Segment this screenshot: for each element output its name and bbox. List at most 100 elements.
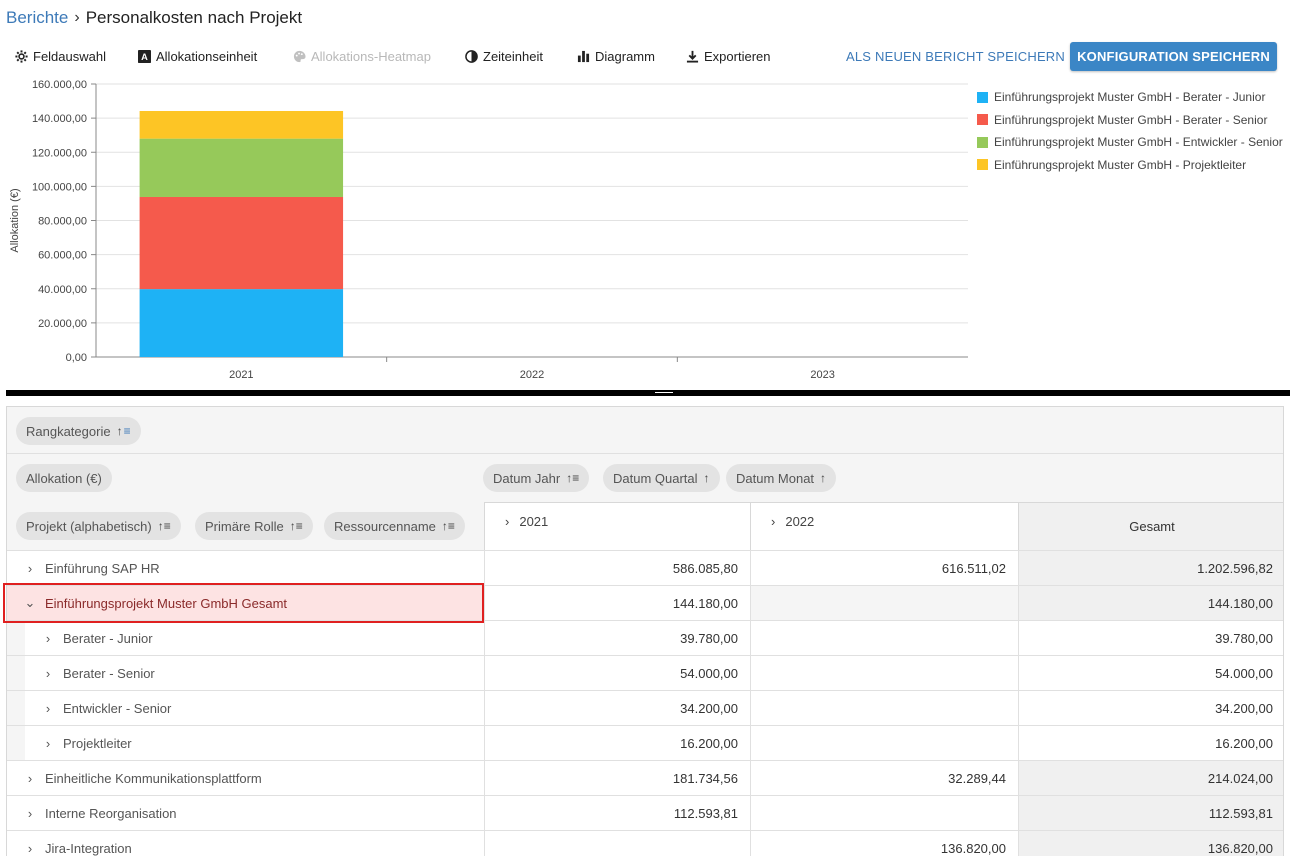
field-select-button[interactable]: Feldauswahl xyxy=(14,40,106,72)
chip-label: Rangkategorie xyxy=(26,423,111,439)
palette-icon xyxy=(292,49,306,63)
legend-item-senior[interactable]: Einführungsprojekt Muster GmbH - Berater… xyxy=(977,109,1283,132)
value-cell: 616.511,02 xyxy=(750,551,1018,585)
download-icon xyxy=(685,49,699,63)
value-cell: 34.200,00 xyxy=(484,691,750,725)
total-cell: 214.024,00 xyxy=(1018,761,1283,795)
chevron-down-icon[interactable]: ⌄ xyxy=(23,595,37,611)
sort-icon[interactable]: ↑ xyxy=(704,471,710,485)
column-header-2021[interactable]: › 2021 xyxy=(484,502,750,550)
page-title: Personalkosten nach Projekt xyxy=(85,8,303,27)
table-row[interactable]: › Projektleiter 16.200,00 16.200,00 xyxy=(7,725,1283,761)
y-tick-label: 20.000,00 xyxy=(38,318,87,330)
sort-filter-icon[interactable]: ↑≡ xyxy=(290,519,303,533)
value-cell xyxy=(750,796,1018,830)
value-cell: 16.200,00 xyxy=(484,726,750,760)
chevron-right-icon[interactable]: › xyxy=(23,841,37,856)
row-label-cell: › Berater - Senior xyxy=(7,656,484,690)
row-label-cell: › Interne Reorganisation xyxy=(7,796,484,830)
table-row[interactable]: › Jira-Integration 136.820,00 136.820,00 xyxy=(7,830,1283,856)
chip-primaere-rolle[interactable]: Primäre Rolle ↑≡ xyxy=(195,512,313,540)
sort-filter-icon[interactable]: ↑≡ xyxy=(117,424,131,438)
value-cell: 181.734,56 xyxy=(484,761,750,795)
chip-projekt[interactable]: Projekt (alphabetisch) ↑≡ xyxy=(16,512,181,540)
chip-ressourcenname[interactable]: Ressourcenname ↑≡ xyxy=(324,512,465,540)
drag-handle-icon xyxy=(655,392,673,393)
column-header-total: Gesamt xyxy=(1018,502,1283,550)
chip-datum-monat[interactable]: Datum Monat ↑ xyxy=(726,464,837,492)
legend-label: Einführungsprojekt Muster GmbH - Entwick… xyxy=(994,135,1283,150)
row-label: Jira-Integration xyxy=(45,840,132,856)
chevron-right-icon[interactable]: › xyxy=(41,666,55,681)
half-circle-icon xyxy=(464,49,478,63)
alloc-unit-button[interactable]: A Allokationseinheit xyxy=(137,40,257,72)
time-unit-label: Zeiteinheit xyxy=(483,48,543,64)
row-label: Berater - Senior xyxy=(63,665,155,681)
sort-filter-icon[interactable]: ↑≡ xyxy=(158,519,171,533)
save-configuration-button[interactable]: KONFIGURATION SPEICHERN xyxy=(1070,42,1277,71)
y-tick-label: 0,00 xyxy=(66,352,87,364)
diagram-button[interactable]: Diagramm xyxy=(576,40,655,72)
y-tick-label: 80.000,00 xyxy=(38,216,87,228)
save-as-new-report-button[interactable]: ALS NEUEN BERICHT SPEICHERN xyxy=(846,40,1065,72)
export-button[interactable]: Exportieren xyxy=(685,40,770,72)
row-label: Einheitliche Kommunikationsplattform xyxy=(45,770,262,786)
chip-allokation[interactable]: Allokation (€) xyxy=(16,464,112,492)
breadcrumb-link-berichte[interactable]: Berichte xyxy=(6,8,68,28)
chip-datum-quartal[interactable]: Datum Quartal ↑ xyxy=(603,464,720,492)
row-label-cell: › Einheitliche Kommunikationsplattform xyxy=(7,761,484,795)
chevron-right-icon[interactable]: › xyxy=(23,561,37,576)
legend-item-junior[interactable]: Einführungsprojekt Muster GmbH - Berater… xyxy=(977,86,1283,109)
chevron-right-icon[interactable]: › xyxy=(23,806,37,821)
heatmap-label: Allokations-Heatmap xyxy=(311,48,431,64)
chip-label: Datum Monat xyxy=(736,470,815,486)
table-row[interactable]: › Entwickler - Senior 34.200,00 34.200,00 xyxy=(7,690,1283,726)
y-tick-label: 120.000,00 xyxy=(32,147,87,159)
y-tick-label: 140.000,00 xyxy=(32,113,87,125)
legend-swatch xyxy=(977,136,988,148)
toolbar: Feldauswahl A Allokationseinheit Allokat… xyxy=(0,40,1290,72)
column-header-label: 2022 xyxy=(785,514,815,529)
table-row[interactable]: › Berater - Junior 39.780,00 39.780,00 xyxy=(7,620,1283,656)
row-label-cell: › Projektleiter xyxy=(7,726,484,760)
legend-item-developer[interactable]: Einführungsprojekt Muster GmbH - Entwick… xyxy=(977,131,1283,154)
chevron-right-icon[interactable]: › xyxy=(41,631,55,646)
sort-icon[interactable]: ↑ xyxy=(820,471,826,485)
svg-text:A: A xyxy=(141,52,148,62)
panel-splitter[interactable] xyxy=(6,390,1290,396)
diagram-label: Diagramm xyxy=(595,48,655,64)
bar-segment xyxy=(139,289,344,357)
chip-label: Primäre Rolle xyxy=(205,518,284,534)
bar-chart-icon xyxy=(576,49,590,63)
sort-filter-icon[interactable]: ↑≡ xyxy=(566,471,579,485)
total-cell: 136.820,00 xyxy=(1018,831,1283,856)
column-header-2022[interactable]: › 2022 xyxy=(750,502,1018,550)
time-unit-button[interactable]: Zeiteinheit xyxy=(464,40,543,72)
y-tick-label: 40.000,00 xyxy=(38,284,87,296)
chevron-right-icon[interactable]: › xyxy=(23,771,37,786)
bar-segment xyxy=(139,138,344,197)
value-column-zone: Allokation (€) Datum Jahr ↑≡ Datum Quart… xyxy=(7,454,1283,502)
heatmap-button[interactable]: Allokations-Heatmap xyxy=(292,40,431,72)
gear-icon xyxy=(14,49,28,63)
table-row-selected[interactable]: ⌄ Einführungsprojekt Muster GmbH Gesamt 1… xyxy=(7,585,1283,620)
chip-datum-jahr[interactable]: Datum Jahr ↑≡ xyxy=(483,464,590,492)
table-row[interactable]: › Einführung SAP HR 586.085,80 616.511,02… xyxy=(7,550,1283,585)
value-cell: 32.289,44 xyxy=(750,761,1018,795)
chip-rangkategorie[interactable]: Rangkategorie ↑ ≡ xyxy=(16,417,141,445)
row-label-cell: › Jira-Integration xyxy=(7,831,484,856)
chevron-right-icon[interactable]: › xyxy=(41,701,55,716)
breadcrumb: Berichte › Personalkosten nach Projekt xyxy=(6,6,302,30)
sort-filter-icon[interactable]: ↑≡ xyxy=(442,519,455,533)
row-zone: Projekt (alphabetisch) ↑≡ Primäre Rolle … xyxy=(7,502,484,550)
value-cell: 39.780,00 xyxy=(484,621,750,655)
value-cell: 586.085,80 xyxy=(484,551,750,585)
table-row[interactable]: › Berater - Senior 54.000,00 54.000,00 xyxy=(7,655,1283,691)
chevron-right-icon[interactable]: › xyxy=(41,736,55,751)
row-label-cell: › Entwickler - Senior xyxy=(7,691,484,725)
total-cell: 1.202.596,82 xyxy=(1018,551,1283,585)
legend-item-project-lead[interactable]: Einführungsprojekt Muster GmbH - Projekt… xyxy=(977,154,1283,177)
table-row[interactable]: › Interne Reorganisation 112.593,81 112.5… xyxy=(7,795,1283,830)
value-cell xyxy=(750,656,1018,690)
table-row[interactable]: › Einheitliche Kommunikationsplattform 18… xyxy=(7,760,1283,795)
